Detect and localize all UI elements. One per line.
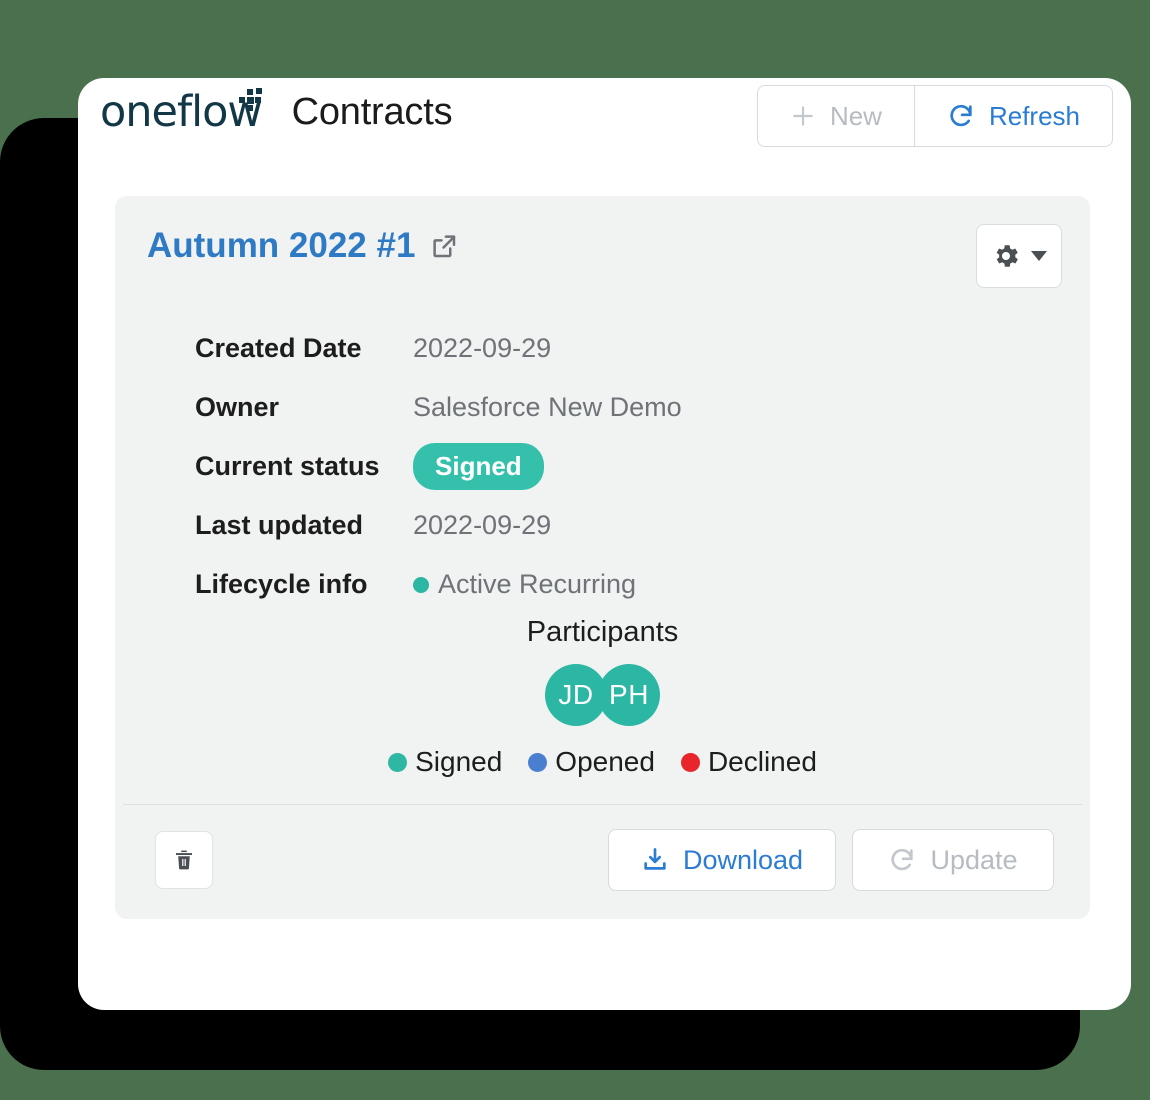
status-badge: Signed [413, 443, 544, 490]
participant-avatars: JD PH [115, 664, 1090, 726]
detail-value-wrap: Active Recurring [413, 569, 636, 600]
update-button-label: Update [930, 844, 1018, 875]
card-settings-button[interactable] [976, 224, 1062, 288]
header-actions: New Refresh [756, 85, 1113, 147]
trash-icon [172, 848, 196, 872]
contract-title-text: Autumn 2022 #1 [147, 226, 416, 265]
detail-label: Current status [195, 451, 380, 481]
detail-value: Active Recurring [438, 569, 637, 599]
refresh-icon [947, 102, 975, 130]
detail-label: Lifecycle info [195, 569, 368, 599]
download-button[interactable]: Download [608, 829, 836, 891]
app-header: oneflow Contracts New Refresh [78, 78, 1131, 150]
avatar[interactable]: PH [598, 664, 660, 726]
card-title-row: Autumn 2022 #1 [147, 224, 1062, 296]
legend-label: Opened [555, 746, 655, 777]
detail-row-lifecycle-info: Lifecycle info Active Recurring [195, 557, 682, 612]
gear-icon [991, 241, 1021, 271]
update-button[interactable]: Update [852, 829, 1054, 891]
new-button-label: New [829, 100, 882, 131]
footer-divider [123, 804, 1082, 805]
download-icon [641, 846, 669, 874]
legend-item-opened: Opened [528, 746, 655, 778]
logo-dots-icon [238, 88, 264, 112]
detail-value: Salesforce New Demo [413, 392, 682, 422]
legend-dot-declined [680, 752, 700, 772]
delete-button[interactable] [155, 831, 213, 889]
contract-title-link[interactable]: Autumn 2022 #1 [147, 226, 459, 266]
participants-section: Participants JD PH Signed Opened Decline… [115, 616, 1090, 778]
contract-details: Created Date 2022-09-29 Owner Salesforce… [195, 321, 682, 616]
legend-item-declined: Declined [680, 746, 817, 778]
plus-icon [790, 103, 816, 129]
brand-area: oneflow Contracts [100, 88, 453, 134]
detail-row-current-status: Current status Signed [195, 439, 682, 494]
refresh-button-label: Refresh [988, 100, 1080, 131]
page-title: Contracts [291, 90, 453, 133]
detail-row-owner: Owner Salesforce New Demo [195, 380, 682, 435]
oneflow-logo: oneflow [100, 88, 264, 134]
card-footer: Download Update [115, 821, 1090, 916]
detail-row-created-date: Created Date 2022-09-29 [195, 321, 682, 376]
chevron-down-icon [1031, 251, 1047, 261]
legend-dot-signed [388, 752, 408, 772]
detail-label: Owner [195, 392, 280, 422]
detail-label: Last updated [195, 510, 364, 540]
legend-item-signed: Signed [388, 746, 502, 778]
new-button[interactable]: New [756, 85, 914, 147]
detail-value: 2022-09-29 [413, 333, 552, 363]
detail-label: Created Date [195, 333, 362, 363]
refresh-button[interactable]: Refresh [913, 85, 1113, 147]
screen-root: oneflow Contracts New Refresh Autumn 202… [0, 0, 1150, 1100]
legend-label: Signed [415, 746, 503, 777]
participants-legend: Signed Opened Declined [115, 746, 1090, 778]
participants-title: Participants [526, 616, 679, 648]
contract-card: Autumn 2022 #1 Created Date 2022-09-29 O… [115, 196, 1090, 919]
detail-value: 2022-09-29 [413, 510, 552, 540]
refresh-icon [888, 846, 916, 874]
detail-row-last-updated: Last updated 2022-09-29 [195, 498, 682, 553]
app-window: oneflow Contracts New Refresh Autumn 202… [78, 78, 1131, 1010]
download-button-label: Download [682, 844, 804, 875]
lifecycle-status-dot [413, 576, 429, 593]
footer-buttons: Download Update [608, 829, 1054, 891]
external-link-icon[interactable] [429, 231, 459, 261]
legend-label: Declined [707, 746, 817, 777]
legend-dot-opened [528, 752, 548, 772]
